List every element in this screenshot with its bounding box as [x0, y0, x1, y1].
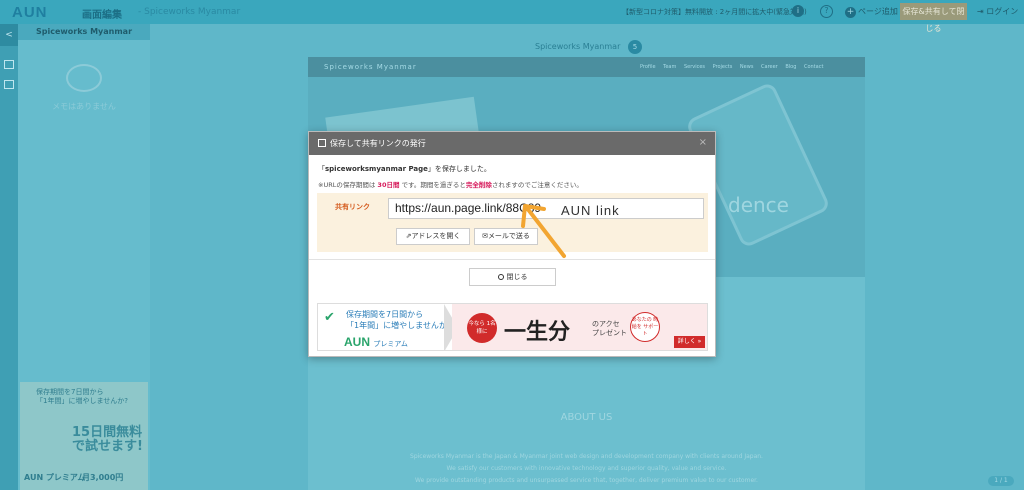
site-brand: Spiceworks Myanmar: [324, 63, 417, 71]
side-ad-text: 保存期間を7日間から 「1年間」に増やしませんか?: [36, 388, 128, 406]
about-line3: We provide outstanding products and unsu…: [415, 477, 758, 484]
banner-brand-sub: プレミアム: [373, 341, 408, 348]
side-ad-line2: 「1年間」に増やしませんか?: [36, 397, 128, 405]
side-ad-headline1: 15日間無料: [72, 425, 143, 440]
banner-present: のアクセ プレゼント: [592, 320, 627, 338]
saved-msg-close: 」を保存しました。: [427, 165, 491, 173]
banner-left: ✔ 保存期間を7日間から 「1年間」に増やしませんか? AUN プレミアム: [318, 304, 452, 350]
login-label: ログイン: [986, 7, 1019, 16]
add-memo-icon[interactable]: [4, 80, 14, 89]
retention-delete: 完全削除: [465, 181, 492, 189]
save-share-close-button[interactable]: 保存&共有して閉じる: [900, 3, 967, 33]
site-nav: Spiceworks Myanmar Profile Team Services…: [308, 57, 865, 77]
banner-brand-name: AUN: [344, 335, 370, 349]
page-title: 画面編集: [82, 10, 122, 21]
aun-link-annotation: AUN link: [561, 203, 620, 218]
preview-badge[interactable]: 5: [628, 40, 642, 54]
memo-panel-header: Spiceworks Myanmar: [18, 24, 150, 40]
close-icon[interactable]: ×: [699, 137, 707, 148]
help-icon[interactable]: ?: [820, 5, 833, 18]
memo-panel: Spiceworks Myanmar メモはありません 保存期間を7日間から 「…: [18, 24, 150, 490]
info-icon[interactable]: i: [792, 5, 804, 17]
save-icon: [318, 139, 326, 147]
page-indicator: 1 / 1: [988, 476, 1014, 486]
close-button[interactable]: 閉じる: [469, 268, 556, 286]
banner-circle: 今なら 1名様に: [467, 313, 497, 343]
side-ad-headline: 15日間無料 で試せます!: [72, 426, 143, 454]
add-page-label: ページ追加: [858, 7, 898, 16]
dialog-title: 保存して共有リンクの発行: [330, 139, 426, 148]
check-icon: ✔: [324, 310, 335, 325]
aun-logo[interactable]: AUN: [12, 4, 48, 21]
banner-right: 今なら 1名様に 一生分 のアクセ プレゼント あなたの 時給を サポート 詳し…: [452, 304, 707, 350]
open-address-button[interactable]: ⇗アドレスを開く: [396, 228, 470, 245]
about-line1: Spiceworks Myanmar is the Japan & Myanma…: [410, 453, 763, 460]
side-ad-brand: AUN プレミアム: [24, 473, 86, 482]
premium-ad-side[interactable]: 保存期間を7日間から 「1年間」に増やしませんか? 15日間無料 で試せます! …: [20, 382, 148, 490]
dialog-header: 保存して共有リンクの発行: [309, 132, 715, 155]
retention-mid: です。期間を過ぎると: [401, 181, 466, 189]
banner-text: 保存期間を7日間から 「1年間」に増やしませんか?: [346, 309, 451, 331]
login-link[interactable]: ⇥ ログイン: [977, 6, 1018, 17]
plus-icon: +: [845, 7, 856, 18]
preview-title: Spiceworks Myanmar: [535, 42, 621, 51]
top-bar: AUN 画面編集 - Spiceworks Myanmar 【新型コロナ対策】無…: [0, 0, 1024, 33]
retention-pre: ※URLの保存期間は: [318, 181, 376, 189]
banner-line1: 保存期間を7日間から: [346, 310, 424, 319]
about-heading: ABOUT US: [560, 412, 613, 423]
banner-present-main: プレゼント: [592, 329, 627, 337]
page-subtitle: - Spiceworks Myanmar: [138, 7, 241, 17]
add-page-button[interactable]: + ページ追加: [845, 6, 898, 18]
close-button-label: 閉じる: [506, 273, 528, 281]
saved-message: 「spiceworksmyanmar Page」を保存しました。: [318, 164, 491, 174]
retention-notice: ※URLの保存期間は 30日間 です。期間を過ぎると完全削除されますのでご注意く…: [318, 179, 583, 189]
notice-text[interactable]: 【新型コロナ対策】無料開放 : 2ヶ月間に拡大中(緊急対応): [622, 7, 807, 17]
side-ad-line1: 保存期間を7日間から: [36, 388, 104, 396]
collapse-panel-button[interactable]: <: [0, 24, 18, 46]
retention-post: されますのでご注意ください。: [491, 181, 583, 189]
share-link-box: 共有リンク https://aun.page.link/88C89 AUN li…: [317, 193, 708, 252]
retention-days: 30日間: [377, 181, 400, 189]
site-menu: Profile Team Services Projects News Care…: [640, 64, 824, 70]
banner-headline: 一生分: [504, 319, 571, 345]
speech-bubble-icon: [66, 64, 102, 92]
annotation-arrow-icon: [521, 204, 566, 258]
details-button[interactable]: 詳しく »: [674, 336, 705, 348]
close-circle-icon: [497, 274, 504, 280]
share-link-dialog: 保存して共有リンクの発行 × 「spiceworksmyanmar Page」を…: [308, 131, 716, 357]
about-body: Spiceworks Myanmar is the Japan & Myanma…: [308, 451, 865, 487]
premium-banner[interactable]: ✔ 保存期間を7日間から 「1年間」に増やしませんか? AUN プレミアム 今な…: [317, 303, 708, 351]
banner-support-badge: あなたの 時給を サポート: [630, 312, 660, 342]
hero-text: dence: [728, 193, 789, 217]
empty-memo-text: メモはありません: [52, 102, 116, 111]
share-link-label: 共有リンク: [335, 203, 370, 211]
side-ad-headline2: で試せます!: [72, 439, 143, 454]
login-icon: ⇥: [977, 7, 984, 16]
banner-present-sub: のアクセ: [592, 320, 620, 328]
about-line2: We satisfy our customers with innovative…: [446, 465, 727, 472]
list-icon[interactable]: [4, 60, 14, 69]
open-address-label: アドレスを開く: [411, 232, 461, 240]
side-ad-price: 月3,000円: [82, 473, 124, 482]
saved-msg-open: 「: [318, 165, 325, 173]
banner-line2: 「1年間」に増やしませんか?: [346, 321, 452, 330]
left-rail: [0, 24, 18, 490]
page-name: spiceworksmyanmar Page: [325, 165, 428, 173]
divider: [309, 259, 715, 260]
banner-brand: AUN プレミアム: [344, 335, 408, 349]
